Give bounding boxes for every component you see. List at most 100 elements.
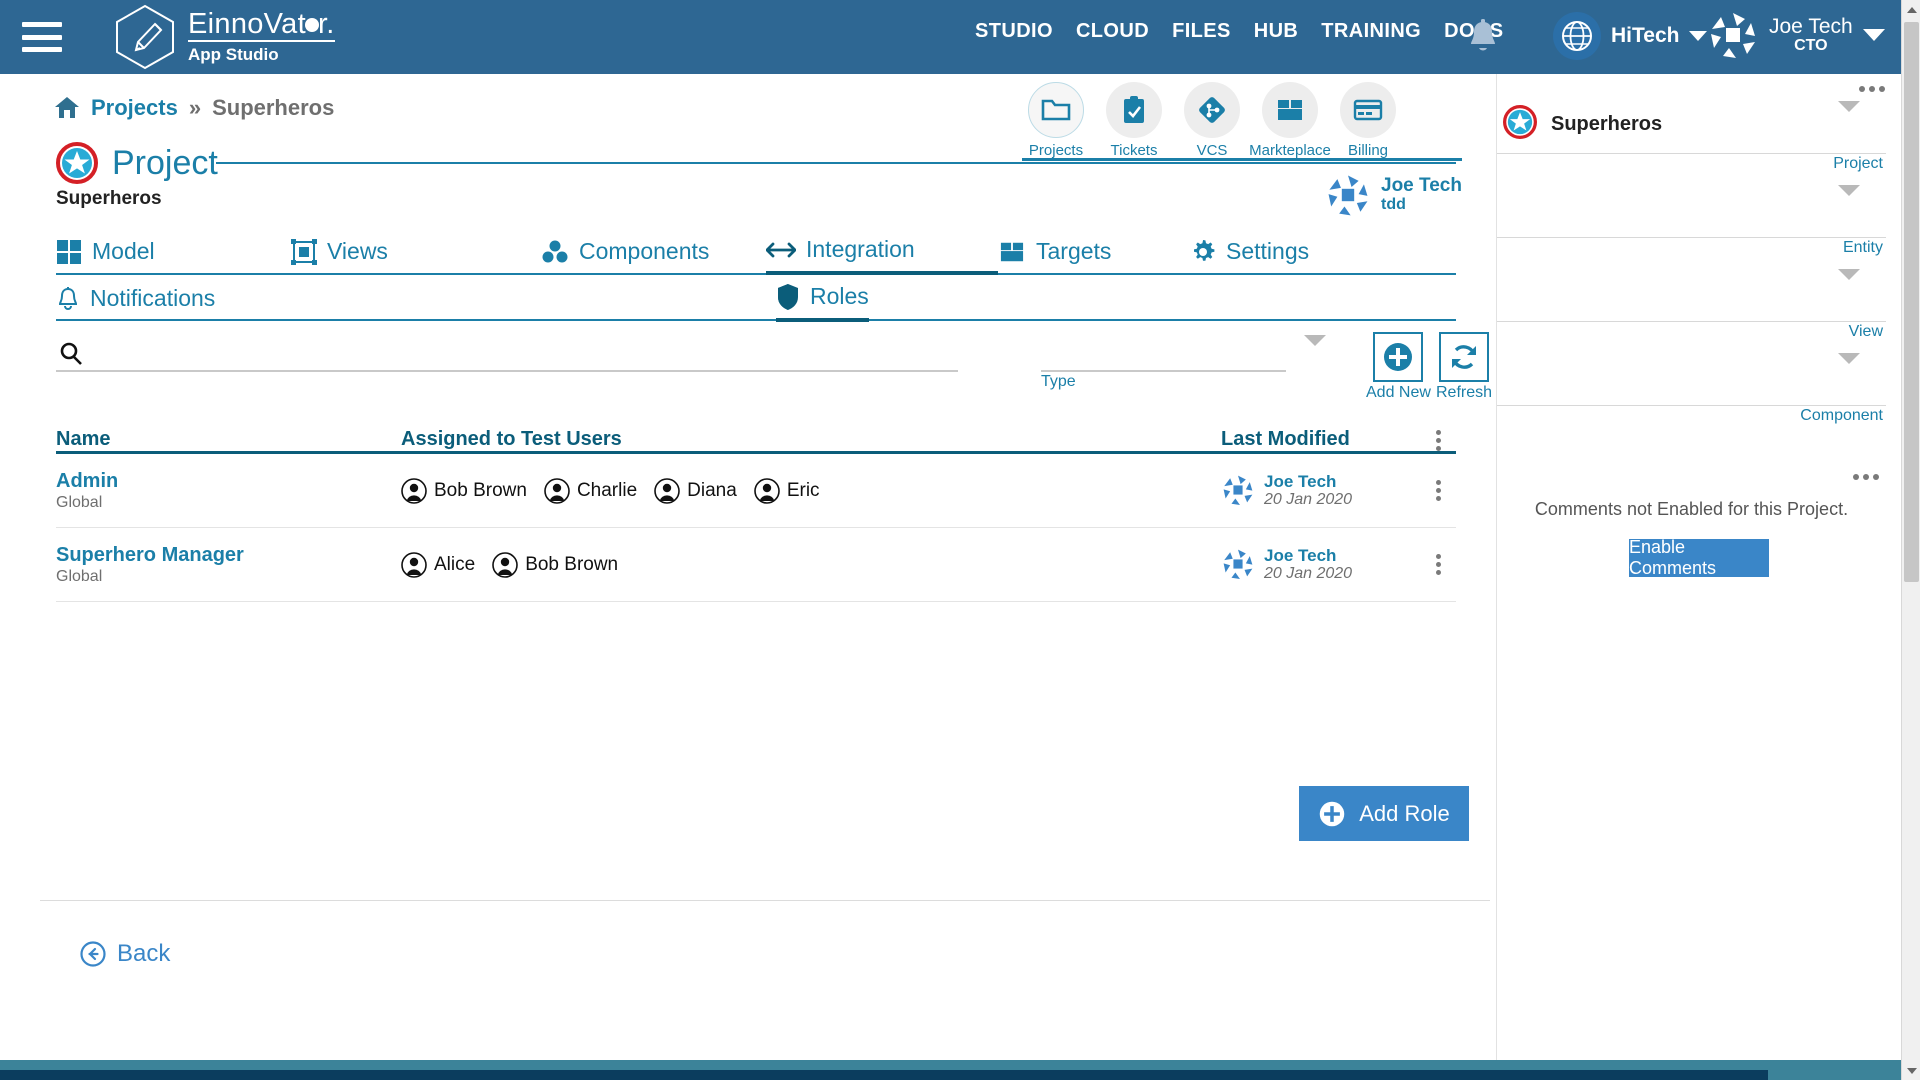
tab-components[interactable]: Components xyxy=(541,228,766,275)
enable-comments-button[interactable]: Enable Comments xyxy=(1629,537,1769,578)
table-row[interactable]: Admin Global Bob Brown Charlie Diana Eri… xyxy=(56,454,1456,528)
quicknav-item-vcs[interactable]: VCS xyxy=(1184,82,1240,159)
row-options-button[interactable] xyxy=(1421,480,1456,501)
tab-label: Model xyxy=(92,238,155,264)
add-new-button[interactable]: Add New xyxy=(1366,332,1431,402)
brand-logo[interactable]: EinnoVat r. App Studio xyxy=(114,4,335,70)
panel-options-button[interactable] xyxy=(1859,86,1885,92)
tab-row-primary: Model Views Components Integration Targe… xyxy=(56,228,1456,275)
panel-selector-value: Superheros xyxy=(1551,113,1663,135)
refresh-button[interactable]: Refresh xyxy=(1436,332,1492,402)
search-input[interactable] xyxy=(94,338,944,360)
search-icon[interactable] xyxy=(58,341,84,367)
chevron-down-icon xyxy=(1838,185,1860,214)
tab-strip: Model Views Components Integration Targe… xyxy=(56,228,1456,322)
nav-item-training[interactable]: TRAINING xyxy=(1321,20,1421,43)
breadcrumb-separator: » xyxy=(188,95,202,120)
table-row[interactable]: Superhero Manager Global Alice Bob Brown… xyxy=(56,528,1456,602)
quicknav-item-tickets[interactable]: Tickets xyxy=(1106,82,1162,159)
user-chip[interactable]: Charlie xyxy=(544,477,637,504)
title-divider xyxy=(216,162,1456,164)
panel-selector-entity[interactable] xyxy=(1497,180,1886,238)
page-kind-label: Project xyxy=(112,143,218,182)
notifications-button[interactable] xyxy=(1464,18,1502,63)
column-header-name: Name xyxy=(56,428,111,450)
user-chip[interactable]: Bob Brown xyxy=(492,551,618,578)
tab-model[interactable]: Model xyxy=(56,228,291,275)
tab-views[interactable]: Views xyxy=(291,228,541,275)
chevron-down-icon xyxy=(1838,269,1860,298)
globe-icon xyxy=(1553,12,1601,60)
owner-name: Joe Tech xyxy=(1381,174,1462,196)
quicknav-label: Billing xyxy=(1347,142,1389,159)
user-chip[interactable]: Eric xyxy=(754,477,820,504)
role-name[interactable]: Admin xyxy=(56,469,401,494)
tab-label: Views xyxy=(327,238,388,264)
brand-title-part3: r. xyxy=(317,8,335,40)
user-menu[interactable]: Joe Tech CTO xyxy=(1707,9,1885,61)
tab-notifications[interactable]: Notifications xyxy=(56,275,776,322)
tab-targets[interactable]: Targets xyxy=(998,228,1190,275)
user-icon xyxy=(544,477,570,504)
user-chip[interactable]: Bob Brown xyxy=(401,477,527,504)
role-name[interactable]: Superhero Manager xyxy=(56,543,401,568)
user-name: Alice xyxy=(434,553,476,575)
quicknav-item-projects[interactable]: Projects xyxy=(1028,82,1084,159)
tab-settings[interactable]: Settings xyxy=(1190,228,1309,275)
nav-item-cloud[interactable]: CLOUD xyxy=(1076,20,1149,43)
back-button[interactable]: Back xyxy=(80,940,170,968)
breadcrumb-root[interactable]: Projects xyxy=(91,95,178,121)
comments-options-button[interactable] xyxy=(1853,474,1879,480)
quicknav-item-marketplace[interactable]: Markteplace xyxy=(1249,82,1331,159)
project-star-icon xyxy=(1503,105,1537,144)
last-modified-cell: Joe Tech 20 Jan 2020 xyxy=(1221,472,1421,510)
context-panel: Superheros Project Entity View Component… xyxy=(1496,74,1901,1080)
quicknav-divider xyxy=(1022,158,1462,161)
tab-integration[interactable]: Integration xyxy=(766,228,998,275)
org-switcher[interactable]: HiTech xyxy=(1553,12,1708,60)
type-select[interactable] xyxy=(1304,335,1326,364)
tab-roles[interactable]: Roles xyxy=(776,275,869,322)
bell-icon xyxy=(1471,19,1495,51)
add-role-button[interactable]: Add Role xyxy=(1299,786,1469,841)
page-scrollbar[interactable] xyxy=(1901,0,1920,1080)
panel-caption-project: Project xyxy=(1833,155,1883,172)
quicknav-item-billing[interactable]: Billing xyxy=(1340,82,1396,159)
top-header: EinnoVat r. App Studio STUDIO CLOUD FILES… xyxy=(0,0,1920,74)
hamburger-icon[interactable] xyxy=(22,22,62,52)
back-label: Back xyxy=(117,940,171,967)
owner-sub: tdd xyxy=(1381,196,1406,214)
role-cell: Admin Global xyxy=(56,469,401,512)
user-chip[interactable]: Diana xyxy=(654,477,737,504)
home-icon[interactable] xyxy=(54,96,80,120)
user-name: Diana xyxy=(687,479,737,501)
nav-item-hub[interactable]: HUB xyxy=(1254,20,1299,43)
panel-caption-entity: Entity xyxy=(1842,239,1883,256)
footer-divider xyxy=(40,900,1490,901)
app-root: EinnoVat r. App Studio STUDIO CLOUD FILES… xyxy=(0,0,1920,1080)
roles-table: Name Assigned to Test Users Last Modifie… xyxy=(56,410,1456,602)
nav-item-files[interactable]: FILES xyxy=(1172,20,1231,43)
panel-selector-component[interactable] xyxy=(1497,348,1886,406)
refresh-label: Refresh xyxy=(1436,384,1493,401)
panel-selector-project[interactable]: Superheros xyxy=(1497,96,1886,154)
panel-selector-view[interactable] xyxy=(1497,264,1886,322)
footer-bar-teal xyxy=(0,1060,1901,1070)
scroll-down-button[interactable] xyxy=(1902,1061,1920,1080)
user-chip[interactable]: Alice xyxy=(401,551,476,578)
avatar xyxy=(1221,474,1255,507)
plus-circle-icon xyxy=(1384,343,1413,371)
arrow-left-circle-icon xyxy=(80,941,106,967)
footer-bar-teal-right xyxy=(1768,1070,1901,1080)
tab-label: Components xyxy=(579,238,710,264)
nav-item-studio[interactable]: STUDIO xyxy=(975,20,1053,43)
user-name: Bob Brown xyxy=(434,479,527,501)
row-options-button[interactable] xyxy=(1421,554,1456,575)
scroll-thumb[interactable] xyxy=(1904,22,1919,582)
role-scope: Global xyxy=(56,568,103,585)
brand-title-part2: Vat xyxy=(263,8,306,40)
table-options-button[interactable] xyxy=(1421,430,1456,451)
brand-subtitle: App Studio xyxy=(188,45,279,64)
scroll-up-button[interactable] xyxy=(1902,0,1920,19)
refresh-icon xyxy=(1452,345,1477,369)
